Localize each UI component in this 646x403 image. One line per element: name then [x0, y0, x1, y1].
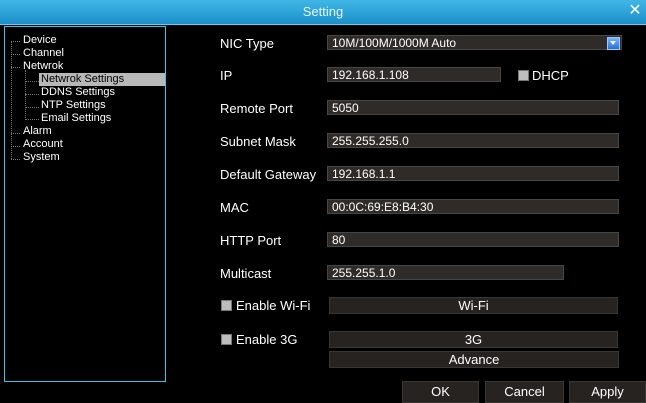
nic-type-select[interactable]: 10M/100M/1000M Auto	[327, 35, 622, 50]
advance-button[interactable]: Advance	[329, 351, 619, 368]
tree-guide-line	[11, 41, 12, 159]
ip-input[interactable]: 192.168.1.108	[327, 67, 501, 82]
dhcp-label: DHCP	[532, 68, 569, 83]
subnet-mask-label: Subnet Mask	[220, 134, 296, 149]
dhcp-checkbox[interactable]	[518, 70, 529, 81]
tree-item-netwrok[interactable]: Netwrok	[23, 60, 63, 73]
tree-item-ddns-settings[interactable]: DDNS Settings	[41, 86, 115, 99]
close-icon[interactable]: ✕	[627, 3, 643, 19]
cancel-button[interactable]: Cancel	[485, 381, 564, 403]
title-bar: Setting ✕	[0, 0, 646, 25]
ok-button[interactable]: OK	[402, 381, 479, 403]
default-gateway-input[interactable]: 192.168.1.1	[327, 166, 619, 181]
tree-branch	[11, 159, 20, 160]
tree-branch	[25, 119, 39, 120]
wifi-button[interactable]: Wi-Fi	[329, 297, 618, 314]
mac-label: MAC	[220, 200, 249, 215]
tree-item-netwrok-settings[interactable]: Netwrok Settings	[39, 73, 165, 86]
tree-branch	[11, 54, 20, 55]
http-port-label: HTTP Port	[220, 233, 282, 248]
remote-port-label: Remote Port	[220, 101, 293, 116]
mac-input[interactable]: 00:0C:69:E8:B4:30	[327, 199, 619, 214]
tree-item-device[interactable]: Device	[23, 34, 57, 47]
enable-wifi-checkbox[interactable]	[221, 300, 232, 311]
enable-wifi-label: Enable Wi-Fi	[236, 298, 311, 313]
tree-branch	[25, 107, 39, 108]
window-title: Setting	[302, 4, 344, 19]
settings-tree: Device Channel Netwrok Netwrok Settings …	[4, 26, 166, 382]
enable-3g-label: Enable 3G	[236, 332, 298, 347]
tree-branch	[25, 94, 39, 95]
tree-item-system[interactable]: System	[23, 151, 60, 164]
subnet-mask-input[interactable]: 255.255.255.0	[327, 133, 619, 148]
nic-type-value: 10M/100M/1000M Auto	[332, 36, 457, 50]
tree-branch	[11, 133, 20, 134]
multicast-input[interactable]: 255.255.1.0	[327, 265, 564, 280]
tree-branch	[11, 146, 20, 147]
tree-item-email-settings[interactable]: Email Settings	[41, 112, 111, 125]
chevron-down-icon[interactable]	[607, 37, 620, 50]
tree-branch	[25, 81, 39, 82]
nic-type-label: NIC Type	[220, 36, 274, 51]
3g-button[interactable]: 3G	[329, 331, 618, 348]
tree-item-alarm[interactable]: Alarm	[23, 125, 52, 138]
http-port-input[interactable]: 80	[327, 232, 619, 247]
tree-item-channel[interactable]: Channel	[23, 47, 64, 60]
remote-port-input[interactable]: 5050	[327, 100, 619, 115]
enable-3g-checkbox[interactable]	[221, 334, 232, 345]
default-gateway-label: Default Gateway	[220, 167, 317, 182]
multicast-label: Multicast	[220, 266, 272, 281]
tree-item-account[interactable]: Account	[23, 138, 63, 151]
apply-button[interactable]: Apply	[569, 381, 646, 403]
tree-branch	[11, 41, 20, 42]
tree-branch	[11, 67, 20, 68]
tree-item-ntp-settings[interactable]: NTP Settings	[41, 99, 106, 112]
ip-label: IP	[220, 68, 233, 83]
